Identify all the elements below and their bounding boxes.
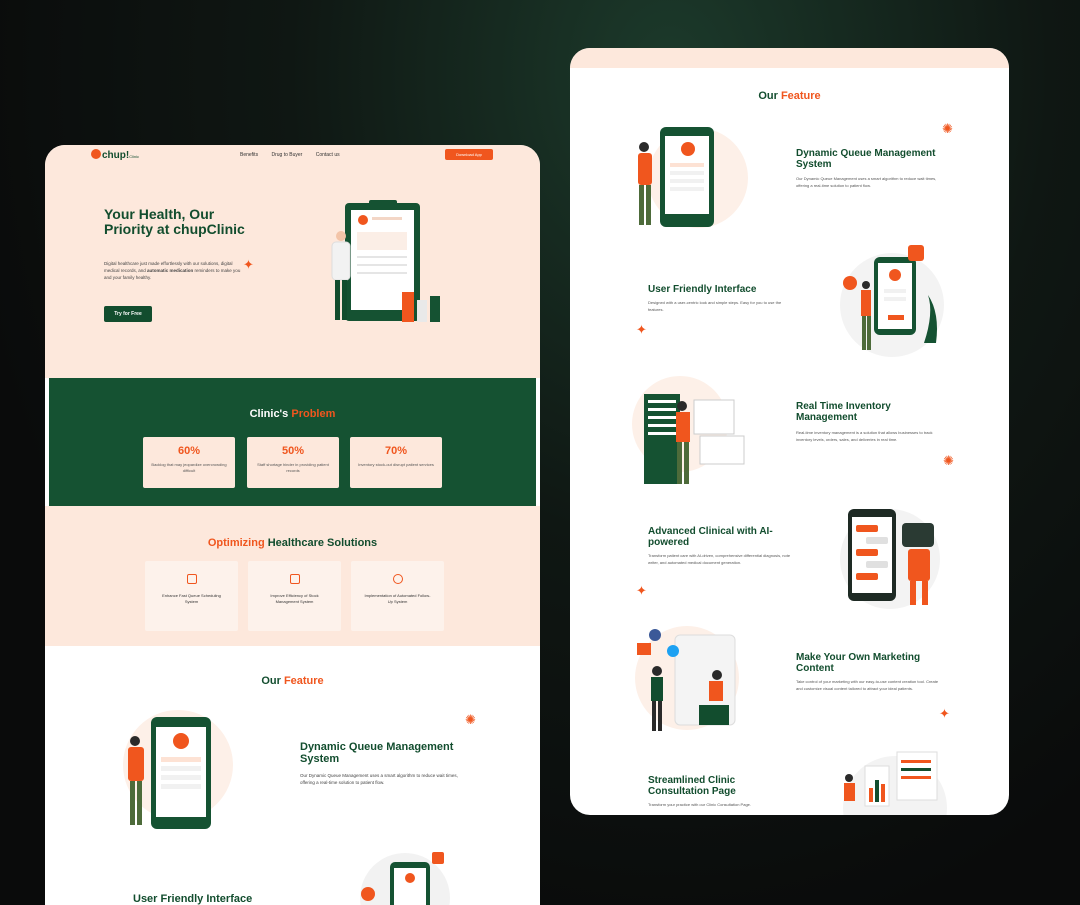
inventory-illustration — [632, 376, 745, 484]
feature-description: Take control of your marketing with our … — [796, 679, 939, 691]
our-feature-title: Our Feature — [261, 675, 324, 687]
sparkle-icon: ✺ — [465, 712, 476, 727]
nav-link-benefits[interactable]: Benefits — [240, 152, 258, 158]
solution-card: Enhance Fast Queue Scheduling System — [145, 561, 238, 631]
feature-title: User Friendly Interface — [648, 284, 757, 295]
feature-title: Real Time Inventory Management — [796, 401, 891, 423]
problem-title: Clinic's Problem — [249, 408, 336, 420]
try-for-free-button[interactable]: Try for Free — [104, 306, 152, 322]
problem-card: 70% Inventory stock-out disrupt patient … — [350, 437, 442, 488]
sparkle-icon: ✦ — [939, 706, 950, 721]
feature-description: Real-time inventory management is a solu… — [796, 430, 933, 442]
logo-mark-icon — [91, 149, 101, 159]
chat-icon — [392, 574, 403, 584]
sparkle-icon: ✦ — [243, 257, 254, 272]
top-nav: chup!Clinic Benefits Drug to Buyer Conta… — [45, 145, 540, 167]
feature-title: Dynamic Queue Management System — [796, 148, 936, 170]
clinic-problem-section: Clinic's Problem 60% Backlog that may je… — [49, 378, 536, 506]
feature-description: Our Dynamic Queue Management uses a smar… — [300, 773, 458, 785]
feature-title: User Friendly Interface — [133, 893, 253, 905]
optimizing-title: Optimizing Healthcare Solutions — [207, 537, 378, 549]
feature-description: Our Dynamic Queue Management uses a smar… — [796, 176, 937, 188]
sparkle-icon: ✺ — [942, 121, 953, 136]
problem-card: 50% Staff shortage hinder in providing p… — [247, 437, 339, 488]
database-icon — [289, 574, 300, 584]
user-friendly-illustration — [840, 245, 944, 357]
feature-title: Make Your Own Marketing Content — [796, 652, 921, 674]
nav-link-contact[interactable]: Contact us — [316, 152, 340, 158]
our-feature-title: Our Feature — [758, 90, 821, 102]
feature-title: Dynamic Queue Management System — [300, 741, 454, 765]
feature-description: Transform patient care with AI-driven, c… — [648, 553, 791, 565]
solution-card: Implementation of Automated Follow-Up Sy… — [351, 561, 444, 631]
download-app-button[interactable]: Download App — [445, 149, 493, 160]
nav-links: Benefits Drug to Buyer Contact us — [240, 152, 352, 158]
optimizing-section: Optimizing Healthcare Solutions Enhance … — [45, 506, 540, 646]
hero-description: Digital healthcare just made effortlessl… — [104, 261, 241, 280]
consultation-chart-illustration — [843, 751, 947, 815]
logo[interactable]: chup!Clinic — [91, 149, 139, 161]
sparkle-icon: ✦ — [636, 322, 647, 337]
landing-page-preview-left: chup!Clinic Benefits Drug to Buyer Conta… — [45, 145, 540, 905]
problem-card: 60% Backlog that may jeopardize overcrow… — [143, 437, 235, 488]
feature-title: Streamlined Clinic Consultation Page — [648, 775, 736, 797]
sparkle-icon: ✦ — [636, 583, 647, 598]
ai-robot-illustration — [840, 509, 940, 609]
solution-card: Improve Efficiency of Stock Management S… — [248, 561, 341, 631]
user-friendly-illustration — [360, 852, 450, 905]
queue-phone-illustration — [123, 710, 233, 829]
hero-section: chup!Clinic Benefits Drug to Buyer Conta… — [45, 145, 540, 378]
hero-title: Your Health, Our Priority at chupClinic — [104, 206, 245, 237]
sparkle-icon: ✺ — [943, 453, 954, 468]
feature-title: Advanced Clinical with AI-powered — [648, 526, 773, 548]
doctor-clipboard-illustration — [331, 200, 440, 322]
feature-description: Designed with a user-centric look and si… — [648, 300, 782, 312]
calendar-icon — [186, 574, 197, 584]
marketing-illustration — [635, 626, 739, 731]
queue-phone-illustration — [638, 127, 748, 228]
nav-link-drug-to-buyer[interactable]: Drug to Buyer — [271, 152, 302, 158]
header-strip — [570, 48, 1009, 68]
landing-page-preview-right: Our Feature ✺ Dynamic Queue Management S… — [570, 48, 1009, 815]
feature-description: Transform your practice with our Clinic … — [648, 802, 752, 807]
